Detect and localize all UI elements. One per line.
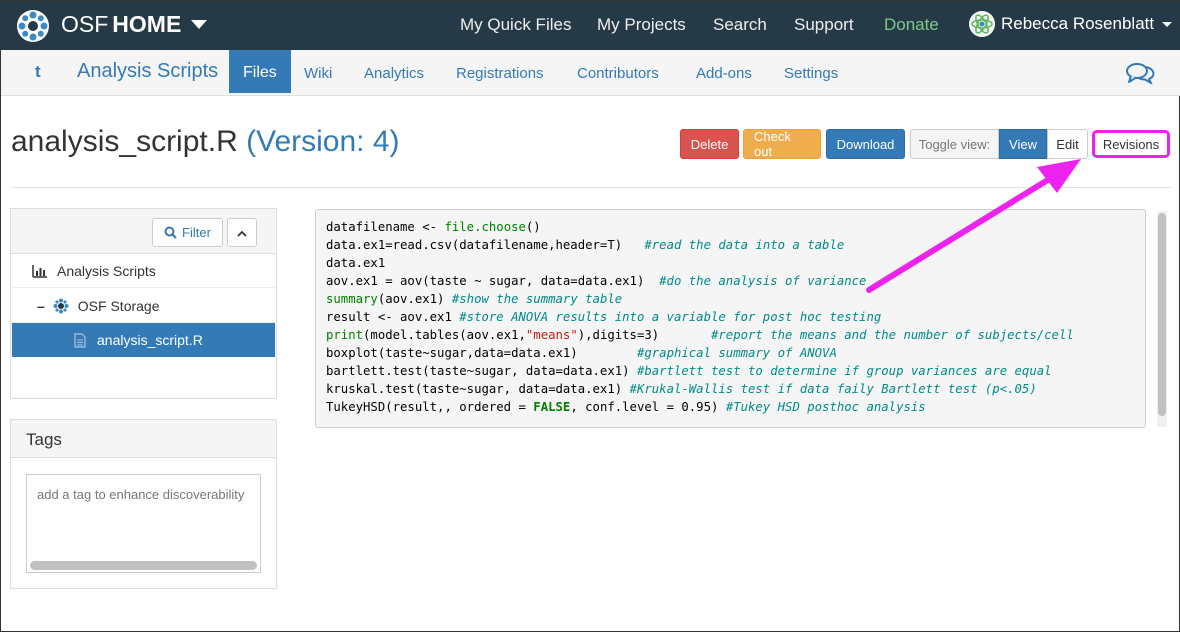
file-title: analysis_script.R (Version: 4) [11,125,400,159]
tree-row-label: Analysis Scripts [57,262,156,279]
nav-search[interactable]: Search [713,15,767,35]
file-tree-panel: Filter Analysis Scripts – OSF Storage an… [10,208,277,399]
tag-input-placeholder: add a tag to enhance discoverability [37,487,245,502]
project-home-icon[interactable]: t [35,62,41,82]
download-button[interactable]: Download [826,129,905,159]
edit-button[interactable]: Edit [1047,129,1088,159]
file-version: (Version: 4) [246,125,400,158]
osf-logo-icon[interactable] [16,9,50,43]
bar-chart-icon [32,264,47,278]
tree-row-storage[interactable]: – OSF Storage [12,289,275,323]
code-line: result <- aov.ex1 #store ANOVA results i… [326,310,882,324]
collapse-minus-icon[interactable]: – [37,298,45,314]
code-line: boxplot(taste~sugar,data=data.ex1) #grap… [326,346,837,360]
tree-row-label: OSF Storage [77,297,160,314]
code-line: print(model.tables(aov.ex1,"means"),digi… [326,328,1074,342]
view-button[interactable]: View [999,129,1047,159]
avatar [969,11,995,37]
toggle-view-group: Toggle view: View Edit [910,129,1088,159]
top-navbar: OSF HOME My Quick Files My Projects Sear… [1,1,1180,50]
tag-input[interactable]: add a tag to enhance discoverability [26,474,261,573]
tags-panel: Tags add a tag to enhance discoverabilit… [10,419,277,589]
toggle-view-label: Toggle view: [910,129,999,159]
header-divider [11,187,1171,188]
file-name: analysis_script.R [11,125,238,158]
scrollbar-thumb[interactable] [1158,213,1166,416]
caret-down-icon [191,20,208,29]
code-line: data.ex1=read.csv(datafilename,header=T)… [326,238,845,252]
tree-row-file[interactable]: analysis_script.R [12,323,275,357]
nav-my-projects[interactable]: My Projects [597,15,686,35]
tree-row-label: analysis_script.R [97,332,203,348]
tags-title: Tags [26,430,62,449]
tab-add-ons[interactable]: Add-ons [696,65,752,82]
tab-wiki[interactable]: Wiki [304,65,332,82]
collapse-button[interactable] [227,218,257,247]
project-title[interactable]: Analysis Scripts [77,60,218,83]
search-icon [164,226,177,239]
tab-files[interactable]: Files [229,50,291,93]
nav-my-quick-files[interactable]: My Quick Files [460,15,571,35]
user-name: Rebecca Rosenblatt [1001,14,1155,33]
code-line: aov.ex1 = aov(taste ~ sugar, data=data.e… [326,274,867,288]
tab-contributors[interactable]: Contributors [577,65,659,82]
caret-down-icon [1162,21,1173,27]
code-viewer-scrollbar[interactable] [1157,211,1167,427]
chat-bubbles-icon[interactable] [1125,62,1155,84]
brand-osf: OSF [61,11,109,37]
code-line: datafilename <- file.choose() [326,220,541,234]
code-line: kruskal.test(taste~sugar, data=data.ex1)… [326,382,1037,396]
tab-registrations[interactable]: Registrations [456,65,544,82]
tab-analytics[interactable]: Analytics [364,65,424,82]
tag-input-scrollbar[interactable] [30,561,257,570]
code-line: TukeyHSD(result,, ordered = FALSE, conf.… [326,400,926,414]
osf-home-menu[interactable]: OSF HOME [61,11,208,38]
tab-settings[interactable]: Settings [784,65,838,82]
brand-home: HOME [112,11,182,37]
tree-row-project[interactable]: Analysis Scripts [12,254,275,288]
tags-header: Tags [11,420,276,458]
code-line: summary(aov.ex1) #show the summary table [326,292,623,306]
chevron-up-icon [237,230,247,237]
code-line: bartlett.test(taste~sugar, data=data.ex1… [326,364,1052,378]
code-viewer[interactable]: datafilename <- file.choose() data.ex1=re… [315,209,1146,428]
file-icon [74,332,86,348]
revisions-button[interactable]: Revisions [1092,130,1170,158]
filter-button[interactable]: Filter [152,218,223,247]
delete-button[interactable]: Delete [680,129,739,159]
user-menu[interactable]: Rebecca Rosenblatt [969,11,1173,37]
nav-support[interactable]: Support [794,15,854,35]
file-tree-header: Filter [11,209,276,254]
project-navbar: t Analysis Scripts Files Wiki Analytics … [1,50,1180,96]
osf-storage-icon [53,298,69,313]
checkout-button[interactable]: Check out [743,129,821,159]
nav-donate[interactable]: Donate [884,15,939,35]
code-line: data.ex1 [326,256,386,270]
filter-label: Filter [182,225,211,240]
